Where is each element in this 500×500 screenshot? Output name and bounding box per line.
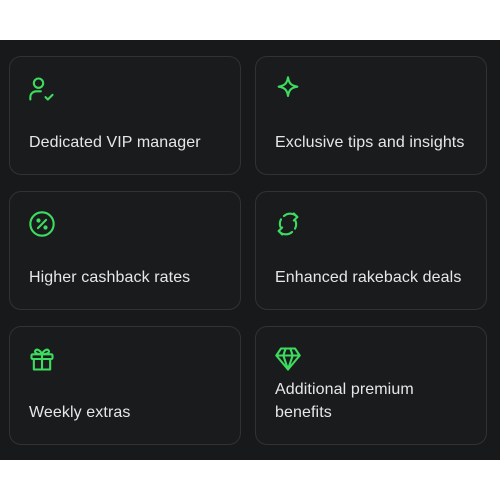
benefit-label: Higher cashback rates (29, 269, 191, 286)
gift-icon (28, 345, 56, 373)
benefit-card-vip-manager: Dedicated VIP manager (9, 56, 241, 175)
benefit-card-premium-benefits: Additional premium benefits (255, 326, 487, 445)
vip-benefits-panel: Dedicated VIP manager Exclusive tips and… (0, 40, 500, 460)
benefit-label: Exclusive tips and insights (275, 134, 465, 151)
refresh-icon (274, 210, 302, 238)
benefit-label: Additional premium benefits (275, 381, 414, 421)
benefit-card-rakeback: Enhanced rakeback deals (255, 191, 487, 310)
sparkle-icon (274, 75, 302, 103)
benefit-card-exclusive-tips: Exclusive tips and insights (255, 56, 487, 175)
benefit-label: Weekly extras (29, 404, 131, 421)
percent-badge-icon (28, 210, 56, 238)
benefit-card-weekly-extras: Weekly extras (9, 326, 241, 445)
benefit-label: Dedicated VIP manager (29, 134, 201, 151)
benefit-label: Enhanced rakeback deals (275, 269, 462, 286)
user-check-icon (28, 75, 56, 103)
benefit-card-cashback: Higher cashback rates (9, 191, 241, 310)
diamond-icon (274, 345, 302, 373)
